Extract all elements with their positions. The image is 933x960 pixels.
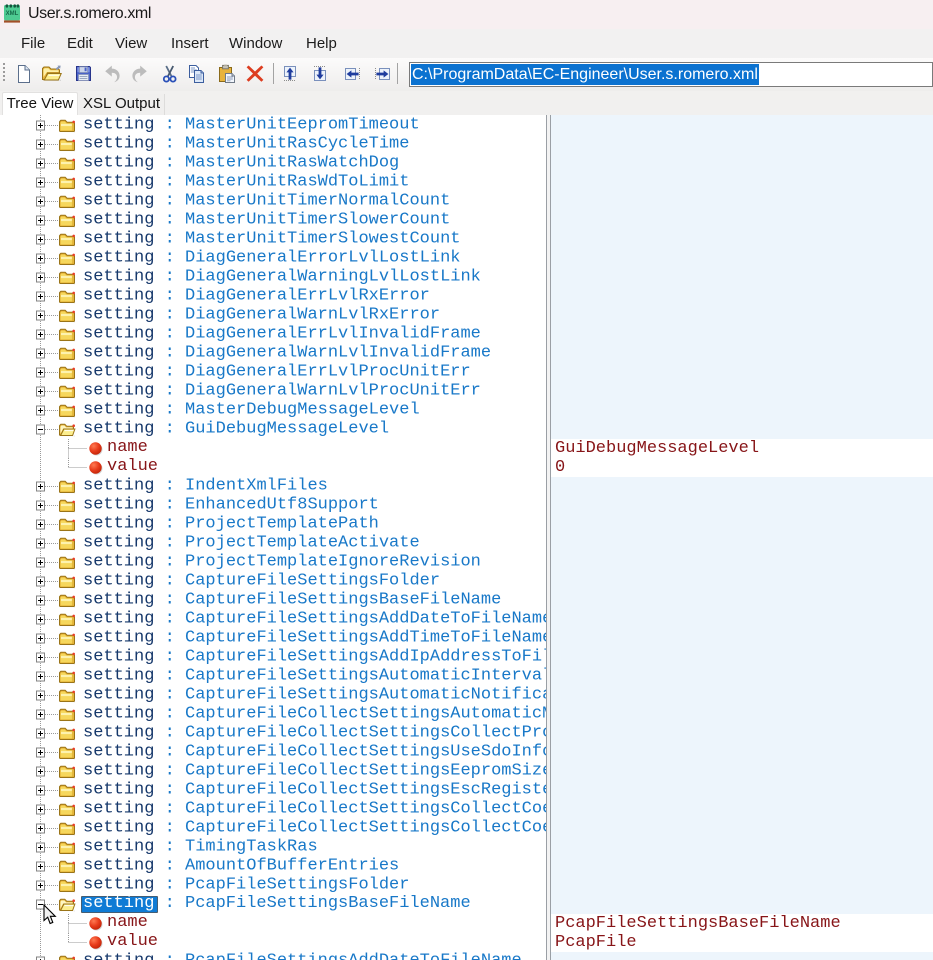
svg-text:setting : ProjectTemplateIgnor: setting : ProjectTemplateIgnoreRevision (83, 552, 481, 571)
svg-text:setting : CaptureFileSettingsA: setting : CaptureFileSettingsAddTimeToFi… (83, 628, 546, 647)
svg-text:setting : MasterUnitTimerSlowe: setting : MasterUnitTimerSlowestCount (83, 229, 460, 248)
svg-text:setting : CaptureFileCollectSe: setting : CaptureFileCollectSettingsColl… (83, 799, 546, 818)
svg-text:setting : DiagGeneralWarningLv: setting : DiagGeneralWarningLvlLostLink (83, 267, 481, 286)
svg-text:setting : DiagGeneralErrLvlInv: setting : DiagGeneralErrLvlInvalidFrame (83, 324, 481, 343)
svg-text:setting : MasterUnitRasCycleTi: setting : MasterUnitRasCycleTime (83, 134, 409, 153)
svg-text:name: name (107, 438, 148, 457)
svg-text:setting : CaptureFileSettingsA: setting : CaptureFileSettingsAutomaticIn… (83, 666, 546, 685)
svg-text:XML: XML (6, 11, 19, 17)
svg-text:setting : DiagGeneralErrLvlPro: setting : DiagGeneralErrLvlProcUnitErr (83, 362, 471, 381)
svg-text:setting : IndentXmlFiles: setting : IndentXmlFiles (83, 476, 328, 495)
svg-text:setting : CaptureFileSettingsA: setting : CaptureFileSettingsAddIpAddres… (83, 647, 546, 666)
svg-text:setting : DiagGeneralWarnLvlRx: setting : DiagGeneralWarnLvlRxError (83, 305, 440, 324)
svg-text:setting : EnhancedUtf8Support: setting : EnhancedUtf8Support (83, 495, 379, 514)
svg-text:setting : MasterUnitRasWatchDo: setting : MasterUnitRasWatchDog (83, 153, 399, 172)
svg-text:setting : ProjectTemplateActiv: setting : ProjectTemplateActivate (83, 533, 420, 552)
svg-text:setting : PcapFileSettingsAddD: setting : PcapFileSettingsAddDateToFileN… (83, 951, 522, 960)
svg-text:setting : PcapFileSettingsFold: setting : PcapFileSettingsFolder (83, 875, 409, 894)
svg-text:setting : MasterUnitEepromTime: setting : MasterUnitEepromTimeout (83, 115, 420, 134)
svg-text:name: name (107, 913, 148, 932)
svg-text:setting : MasterUnitRasWdToLim: setting : MasterUnitRasWdToLimit (83, 172, 409, 191)
svg-text:value: value (107, 457, 158, 476)
svg-text:setting : DiagGeneralWarnLvlPr: setting : DiagGeneralWarnLvlProcUnitErr (83, 381, 481, 400)
svg-text:setting : CaptureFileSettingsB: setting : CaptureFileSettingsBaseFileNam… (83, 590, 501, 609)
svg-text:setting : DiagGeneralErrLvlRxE: setting : DiagGeneralErrLvlRxError (83, 286, 430, 305)
svg-text:setting : CaptureFileCollectSe: setting : CaptureFileCollectSettingsColl… (83, 818, 546, 837)
svg-text:setting : DiagGeneralWarnLvlIn: setting : DiagGeneralWarnLvlInvalidFrame (83, 343, 491, 362)
svg-text:setting : GuiDebugMessageLevel: setting : GuiDebugMessageLevel (83, 419, 389, 438)
svg-text:setting : TimingTaskRas: setting : TimingTaskRas (83, 837, 318, 856)
svg-text:setting : ProjectTemplatePath: setting : ProjectTemplatePath (83, 514, 379, 533)
svg-text:setting : AmountOfBufferEntrie: setting : AmountOfBufferEntries (83, 856, 399, 875)
svg-text:setting : CaptureFileCollectSe: setting : CaptureFileCollectSettingsUseS… (83, 742, 546, 761)
svg-text:setting : CaptureFileCollectSe: setting : CaptureFileCollectSettingsAuto… (83, 704, 546, 723)
svg-text:setting : CaptureFileSettingsA: setting : CaptureFileSettingsAutomaticNo… (83, 685, 546, 704)
svg-text:setting: setting (83, 894, 154, 913)
svg-text:setting : CaptureFileSettingsF: setting : CaptureFileSettingsFolder (83, 571, 440, 590)
svg-text:setting : CaptureFileSettingsA: setting : CaptureFileSettingsAddDateToFi… (83, 609, 546, 628)
svg-text:setting : CaptureFileCollectSe: setting : CaptureFileCollectSettingsColl… (83, 723, 546, 742)
svg-text:setting : MasterDebugMessageLe: setting : MasterDebugMessageLevel (83, 400, 420, 419)
svg-text:setting : CaptureFileCollectSe: setting : CaptureFileCollectSettingsEscR… (83, 780, 546, 799)
svg-text:setting : DiagGeneralErrorLvlL: setting : DiagGeneralErrorLvlLostLink (83, 248, 460, 267)
svg-text:setting : CaptureFileCollectSe: setting : CaptureFileCollectSettingsEepr… (83, 761, 546, 780)
svg-text:value: value (107, 932, 158, 951)
svg-text:setting : MasterUnitTimerSlowe: setting : MasterUnitTimerSlowerCount (83, 210, 450, 229)
svg-text:: PcapFileSettingsBaseFileName: : PcapFileSettingsBaseFileName (154, 894, 470, 913)
svg-text:setting : MasterUnitTimerNorma: setting : MasterUnitTimerNormalCount (83, 191, 450, 210)
